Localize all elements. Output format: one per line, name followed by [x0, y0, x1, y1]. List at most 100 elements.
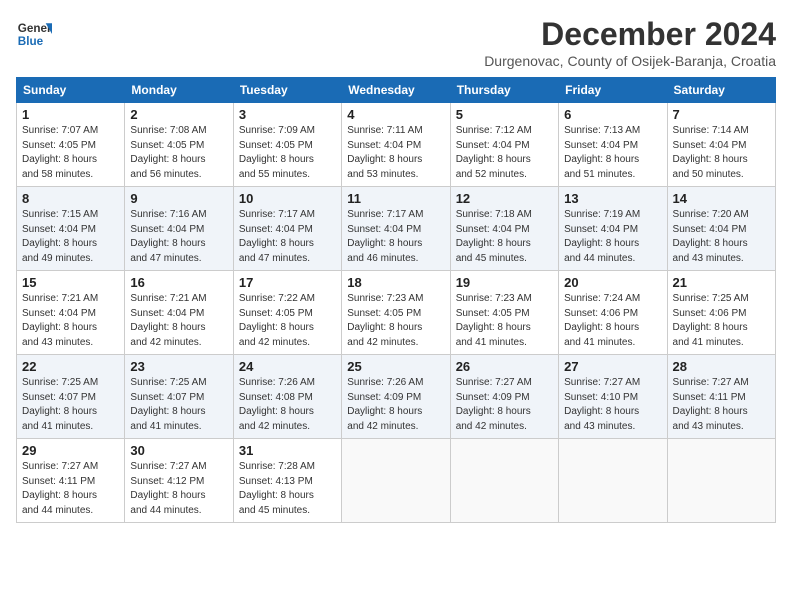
day-number: 15 — [22, 275, 119, 290]
day-number: 20 — [564, 275, 661, 290]
day-info: Sunrise: 7:20 AM Sunset: 4:04 PM Dayligh… — [673, 208, 770, 266]
calendar-week-5: 29Sunrise: 7:27 AM Sunset: 4:11 PM Dayli… — [17, 439, 776, 523]
day-number: 17 — [239, 275, 336, 290]
calendar-cell: 20 Sunrise: 7:24 AM Sunset: 4:06 PM Dayli… — [559, 271, 667, 355]
day-number: 2 — [130, 107, 227, 122]
day-number: 1 — [22, 107, 119, 122]
day-number: 24 — [239, 359, 336, 374]
calendar-cell — [450, 439, 558, 523]
day-number: 4 — [347, 107, 444, 122]
day-info: Sunrise: 7:11 AM Sunset: 4:04 PM Dayligh… — [347, 124, 444, 182]
day-info: Sunrise: 7:17 AM Sunset: 4:04 PM Dayligh… — [347, 208, 444, 266]
day-info: Sunrise: 7:09 AM Sunset: 4:05 PM Dayligh… — [239, 124, 336, 182]
calendar-cell: 13 Sunrise: 7:19 AM Sunset: 4:04 PM Dayli… — [559, 187, 667, 271]
day-number: 12 — [456, 191, 553, 206]
day-number: 10 — [239, 191, 336, 206]
day-info: Sunrise: 7:26 AM Sunset: 4:08 PM Dayligh… — [239, 376, 336, 434]
calendar-cell: 5Sunrise: 7:12 AM Sunset: 4:04 PM Daylig… — [450, 103, 558, 187]
calendar-cell: 9 Sunrise: 7:16 AM Sunset: 4:04 PM Daylig… — [125, 187, 233, 271]
svg-text:Blue: Blue — [18, 35, 44, 48]
day-number: 30 — [130, 443, 227, 458]
weekday-header-wednesday: Wednesday — [342, 78, 450, 103]
day-number: 14 — [673, 191, 770, 206]
calendar-cell: 18 Sunrise: 7:23 AM Sunset: 4:05 PM Dayli… — [342, 271, 450, 355]
calendar-cell: 2 Sunrise: 7:08 AM Sunset: 4:05 PM Daylig… — [125, 103, 233, 187]
day-info: Sunrise: 7:17 AM Sunset: 4:04 PM Dayligh… — [239, 208, 336, 266]
weekday-header-thursday: Thursday — [450, 78, 558, 103]
day-info: Sunrise: 7:24 AM Sunset: 4:06 PM Dayligh… — [564, 292, 661, 350]
day-info: Sunrise: 7:27 AM Sunset: 4:11 PM Dayligh… — [22, 460, 119, 518]
calendar-cell: 4 Sunrise: 7:11 AM Sunset: 4:04 PM Daylig… — [342, 103, 450, 187]
day-info: Sunrise: 7:25 AM Sunset: 4:07 PM Dayligh… — [22, 376, 119, 434]
calendar-cell: 3Sunrise: 7:09 AM Sunset: 4:05 PM Daylig… — [233, 103, 341, 187]
calendar-cell — [667, 439, 775, 523]
calendar-cell: 14 Sunrise: 7:20 AM Sunset: 4:04 PM Dayli… — [667, 187, 775, 271]
day-info: Sunrise: 7:23 AM Sunset: 4:05 PM Dayligh… — [456, 292, 553, 350]
day-number: 27 — [564, 359, 661, 374]
weekday-header-sunday: Sunday — [17, 78, 125, 103]
day-info: Sunrise: 7:21 AM Sunset: 4:04 PM Dayligh… — [22, 292, 119, 350]
calendar-week-1: 1 Sunrise: 7:07 AM Sunset: 4:05 PM Daylig… — [17, 103, 776, 187]
day-number: 25 — [347, 359, 444, 374]
calendar-cell: 15 Sunrise: 7:21 AM Sunset: 4:04 PM Dayli… — [17, 271, 125, 355]
day-info: Sunrise: 7:19 AM Sunset: 4:04 PM Dayligh… — [564, 208, 661, 266]
calendar-cell — [559, 439, 667, 523]
day-info: Sunrise: 7:16 AM Sunset: 4:04 PM Dayligh… — [130, 208, 227, 266]
day-info: Sunrise: 7:27 AM Sunset: 4:09 PM Dayligh… — [456, 376, 553, 434]
calendar-cell — [342, 439, 450, 523]
day-number: 7 — [673, 107, 770, 122]
calendar-cell: 24 Sunrise: 7:26 AM Sunset: 4:08 PM Dayli… — [233, 355, 341, 439]
calendar-cell: 12 Sunrise: 7:18 AM Sunset: 4:04 PM Dayli… — [450, 187, 558, 271]
calendar-cell: 22 Sunrise: 7:25 AM Sunset: 4:07 PM Dayli… — [17, 355, 125, 439]
day-number: 26 — [456, 359, 553, 374]
calendar-cell: 19 Sunrise: 7:23 AM Sunset: 4:05 PM Dayli… — [450, 271, 558, 355]
day-number: 16 — [130, 275, 227, 290]
day-number: 19 — [456, 275, 553, 290]
weekday-header-row: SundayMondayTuesdayWednesdayThursdayFrid… — [17, 78, 776, 103]
calendar-week-2: 8Sunrise: 7:15 AM Sunset: 4:04 PM Daylig… — [17, 187, 776, 271]
day-number: 22 — [22, 359, 119, 374]
calendar-cell: 27 Sunrise: 7:27 AM Sunset: 4:10 PM Dayli… — [559, 355, 667, 439]
day-info: Sunrise: 7:27 AM Sunset: 4:11 PM Dayligh… — [673, 376, 770, 434]
day-number: 5 — [456, 107, 553, 122]
calendar-cell: 28Sunrise: 7:27 AM Sunset: 4:11 PM Dayli… — [667, 355, 775, 439]
title-block: December 2024 Durgenovac, County of Osij… — [484, 16, 776, 69]
day-info: Sunrise: 7:25 AM Sunset: 4:06 PM Dayligh… — [673, 292, 770, 350]
day-number: 21 — [673, 275, 770, 290]
day-info: Sunrise: 7:27 AM Sunset: 4:10 PM Dayligh… — [564, 376, 661, 434]
day-info: Sunrise: 7:27 AM Sunset: 4:12 PM Dayligh… — [130, 460, 227, 518]
day-number: 13 — [564, 191, 661, 206]
weekday-header-tuesday: Tuesday — [233, 78, 341, 103]
day-info: Sunrise: 7:25 AM Sunset: 4:07 PM Dayligh… — [130, 376, 227, 434]
calendar-cell: 16Sunrise: 7:21 AM Sunset: 4:04 PM Dayli… — [125, 271, 233, 355]
day-info: Sunrise: 7:15 AM Sunset: 4:04 PM Dayligh… — [22, 208, 119, 266]
day-info: Sunrise: 7:22 AM Sunset: 4:05 PM Dayligh… — [239, 292, 336, 350]
calendar-cell: 26 Sunrise: 7:27 AM Sunset: 4:09 PM Dayli… — [450, 355, 558, 439]
calendar-cell: 6Sunrise: 7:13 AM Sunset: 4:04 PM Daylig… — [559, 103, 667, 187]
calendar-week-4: 22 Sunrise: 7:25 AM Sunset: 4:07 PM Dayli… — [17, 355, 776, 439]
day-info: Sunrise: 7:28 AM Sunset: 4:13 PM Dayligh… — [239, 460, 336, 518]
day-number: 9 — [130, 191, 227, 206]
calendar-week-3: 15 Sunrise: 7:21 AM Sunset: 4:04 PM Dayli… — [17, 271, 776, 355]
day-number: 11 — [347, 191, 444, 206]
day-info: Sunrise: 7:18 AM Sunset: 4:04 PM Dayligh… — [456, 208, 553, 266]
calendar-cell: 25 Sunrise: 7:26 AM Sunset: 4:09 PM Dayli… — [342, 355, 450, 439]
day-number: 31 — [239, 443, 336, 458]
day-info: Sunrise: 7:08 AM Sunset: 4:05 PM Dayligh… — [130, 124, 227, 182]
location-subtitle: Durgenovac, County of Osijek-Baranja, Cr… — [484, 53, 776, 69]
page-header: General Blue December 2024 Durgenovac, C… — [16, 16, 776, 69]
calendar-cell: 8Sunrise: 7:15 AM Sunset: 4:04 PM Daylig… — [17, 187, 125, 271]
day-info: Sunrise: 7:23 AM Sunset: 4:05 PM Dayligh… — [347, 292, 444, 350]
calendar-cell: 29Sunrise: 7:27 AM Sunset: 4:11 PM Dayli… — [17, 439, 125, 523]
calendar-cell: 11 Sunrise: 7:17 AM Sunset: 4:04 PM Dayli… — [342, 187, 450, 271]
calendar-cell: 23Sunrise: 7:25 AM Sunset: 4:07 PM Dayli… — [125, 355, 233, 439]
logo: General Blue — [16, 16, 52, 52]
day-info: Sunrise: 7:07 AM Sunset: 4:05 PM Dayligh… — [22, 124, 119, 182]
weekday-header-monday: Monday — [125, 78, 233, 103]
calendar-cell: 7Sunrise: 7:14 AM Sunset: 4:04 PM Daylig… — [667, 103, 775, 187]
day-number: 18 — [347, 275, 444, 290]
month-title: December 2024 — [484, 16, 776, 53]
day-info: Sunrise: 7:26 AM Sunset: 4:09 PM Dayligh… — [347, 376, 444, 434]
weekday-header-friday: Friday — [559, 78, 667, 103]
calendar-body: 1 Sunrise: 7:07 AM Sunset: 4:05 PM Daylig… — [17, 103, 776, 523]
